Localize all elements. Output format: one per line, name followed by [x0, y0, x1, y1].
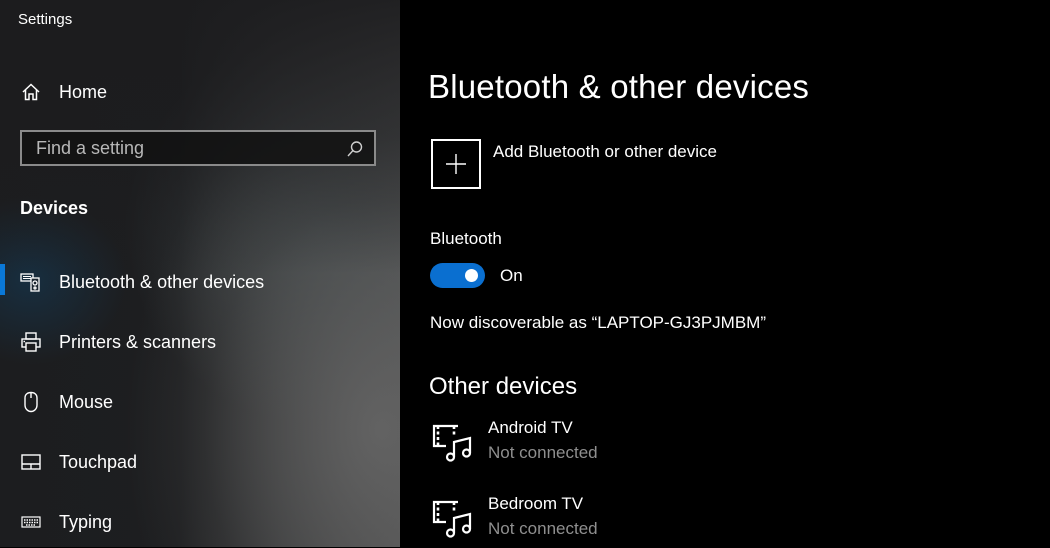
- device-status: Not connected: [488, 443, 598, 462]
- search-icon[interactable]: [346, 140, 364, 158]
- sidebar-item-label: Printers & scanners: [59, 331, 217, 352]
- sidebar-item-bluetooth[interactable]: Bluetooth & other devices: [0, 262, 400, 302]
- bluetooth-toggle-state: On: [500, 266, 523, 285]
- device-name: Android TV: [488, 418, 573, 437]
- device-item-android-tv[interactable]: Android TV Not connected: [430, 418, 930, 472]
- bluetooth-toggle[interactable]: [430, 263, 485, 288]
- add-device-button[interactable]: [431, 139, 481, 189]
- sidebar-item-label: Touchpad: [59, 451, 138, 472]
- add-device-label[interactable]: Add Bluetooth or other device: [493, 142, 717, 162]
- media-device-icon: [432, 498, 476, 543]
- app-title: Settings: [18, 11, 73, 28]
- sidebar-item-label: Bluetooth & other devices: [59, 271, 265, 292]
- sidebar: Settings Home Devices: [0, 0, 400, 547]
- nav-home[interactable]: Home: [0, 72, 400, 112]
- other-devices-title: Other devices: [429, 373, 578, 400]
- sidebar-item-label: Typing: [59, 511, 113, 532]
- printer-icon: [20, 331, 42, 353]
- sidebar-item-label: Mouse: [59, 391, 114, 412]
- discoverable-text: Now discoverable as “LAPTOP-GJ3PJMBM”: [430, 313, 767, 332]
- bluetooth-label: Bluetooth: [430, 229, 502, 248]
- toggle-knob: [465, 269, 478, 282]
- device-item-bedroom-tv[interactable]: Bedroom TV Not connected: [430, 494, 930, 548]
- media-device-icon: [432, 422, 476, 467]
- search-box[interactable]: [20, 130, 376, 166]
- device-status: Not connected: [488, 519, 598, 538]
- sidebar-item-printers[interactable]: Printers & scanners: [0, 322, 400, 362]
- section-title-devices: Devices: [20, 198, 89, 218]
- nav-home-label: Home: [59, 81, 108, 102]
- bluetooth-devices-icon: [20, 271, 42, 293]
- page-title: Bluetooth & other devices: [428, 68, 810, 105]
- mouse-icon: [20, 391, 42, 413]
- keyboard-icon: [20, 511, 42, 533]
- plus-icon: [446, 154, 466, 174]
- sidebar-item-typing[interactable]: Typing: [0, 502, 400, 542]
- sidebar-item-mouse[interactable]: Mouse: [0, 382, 400, 422]
- home-icon: [20, 81, 42, 103]
- search-input[interactable]: [22, 132, 346, 164]
- main-content: Bluetooth & other devices Add Bluetooth …: [400, 0, 1050, 547]
- sidebar-item-touchpad[interactable]: Touchpad: [0, 442, 400, 482]
- device-name: Bedroom TV: [488, 494, 584, 513]
- touchpad-icon: [20, 451, 42, 473]
